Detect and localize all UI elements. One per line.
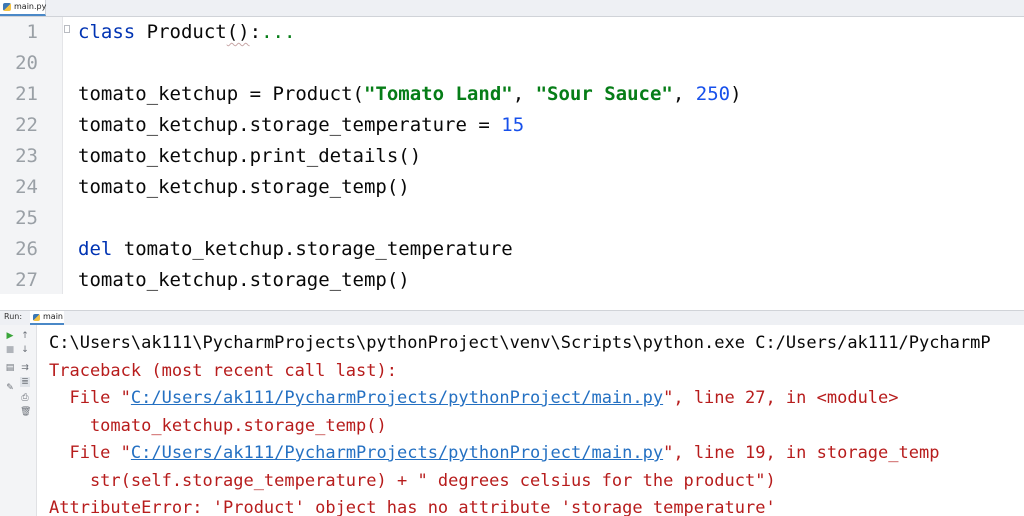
console-error-line: tomato_ketchup.storage_temp() (49, 412, 387, 440)
traceback-file-link[interactable]: C:/Users/ak111/PycharmProjects/pythonPro… (131, 388, 663, 408)
run-toolbar: ▶ ↑ ■ ↓ ▤ ⇉ ≣ ✎ ⎙ 🗑 (0, 325, 37, 516)
code-token: 250 (695, 83, 731, 105)
console-error-line: File "C:/Users/ak111/PycharmProjects/pyt… (49, 439, 939, 467)
code-text: tomato_ketchup.storage_temp() (78, 265, 410, 296)
code-token: tomato_ketchup.storage_temperature (112, 238, 513, 260)
code-text: tomato_ketchup.print_details() (78, 141, 421, 172)
console-text: str(self.storage_temperature) + " degree… (49, 470, 776, 491)
trash-icon[interactable]: 🗑 (20, 407, 31, 417)
console-command-line: C:\Users\ak111\PycharmProjects\pythonPro… (49, 329, 991, 357)
code-token: del (78, 238, 113, 260)
run-tab-label: main (43, 312, 63, 321)
rerun-icon[interactable]: ▶ (5, 331, 15, 341)
code-token: () (226, 21, 250, 43)
code-token: tomato_ketchup.print_details() (78, 145, 422, 167)
code-token: class (78, 21, 136, 43)
traceback-file-link[interactable]: C:/Users/ak111/PycharmProjects/pythonPro… (131, 443, 663, 463)
scroll-up-icon[interactable]: ↑ (20, 331, 30, 341)
console-error-line: File "C:/Users/ak111/PycharmProjects/pyt… (49, 384, 899, 412)
line-number: 26 (15, 238, 38, 260)
console-error-line: Traceback (most recent call last): (49, 357, 397, 385)
code-line[interactable]: 22 tomato_ketchup.storage_temperature = 1… (0, 110, 1024, 141)
line-number: 24 (15, 176, 38, 198)
stop-icon[interactable]: ■ (5, 345, 15, 355)
line-number: 20 (15, 52, 38, 74)
line-number: 1 (26, 21, 38, 43)
scroll-to-end-icon[interactable]: ≣ (20, 377, 30, 387)
python-run-icon (33, 314, 40, 321)
run-tab-main[interactable]: main (30, 311, 64, 325)
code-token: ... (261, 21, 296, 43)
run-panel-label: Run: (4, 312, 23, 321)
line-number: 27 (15, 269, 38, 291)
code-token: "Sour Sauce" (535, 83, 673, 105)
code-line[interactable]: 23 tomato_ketchup.print_details() (0, 141, 1024, 172)
code-token: , (512, 83, 536, 105)
code-text: del tomato_ketchup.storage_temperature (78, 234, 513, 265)
code-line[interactable]: 26 del tomato_ketchup.storage_temperature (0, 234, 1024, 265)
pin-icon[interactable]: ✎ (5, 383, 15, 393)
soft-wrap-icon[interactable]: ⇉ (20, 363, 30, 373)
console-text: ", line 27, in <module> (663, 388, 899, 408)
code-token: , (672, 83, 696, 105)
console-text: C:\Users\ak111\PycharmProjects\pythonPro… (49, 333, 991, 353)
editor-tab-bar: main.py (0, 0, 1024, 17)
line-number: 23 (15, 145, 38, 167)
print-icon[interactable]: ⎙ (20, 393, 30, 403)
console-text: AttributeError: 'Product' object has no … (49, 498, 776, 516)
code-token: tomato_ketchup.storage_temp() (78, 176, 410, 198)
console-text: tomato_ketchup.storage_temp() (49, 415, 387, 436)
code-token: tomato_ketchup.storage_temp() (78, 269, 410, 291)
scroll-down-icon[interactable]: ↓ (20, 345, 30, 355)
line-number: 21 (15, 83, 38, 105)
code-token: tomato_ketchup = Product( (78, 83, 364, 105)
code-editor[interactable]: 1 class Product():... 20 21 tomato_ketchup =… (0, 17, 1024, 294)
console-error-line: str(self.storage_temperature) + " degree… (49, 467, 776, 495)
code-text: tomato_ketchup.storage_temperature = 15 (78, 110, 524, 141)
console-text: ", line 19, in storage_temp (663, 443, 940, 463)
code-token: Product (135, 21, 227, 43)
code-token: ) (730, 83, 742, 105)
code-token: "Tomato Land" (363, 83, 513, 105)
console-text: File " (49, 388, 131, 408)
console-text: Traceback (most recent call last): (49, 360, 397, 381)
code-line[interactable]: 20 (0, 48, 1024, 79)
line-number: 22 (15, 114, 38, 136)
code-text: tomato_ketchup = Product("Tomato Land", … (78, 79, 742, 110)
code-text: tomato_ketchup.storage_temp() (78, 172, 410, 203)
code-line[interactable]: 21 tomato_ketchup = Product("Tomato Land"… (0, 79, 1024, 110)
code-token: : (249, 21, 262, 43)
code-line[interactable]: 25 (0, 203, 1024, 234)
code-text: class Product():... (78, 17, 295, 48)
python-file-icon (3, 3, 11, 11)
code-line[interactable]: 24 tomato_ketchup.storage_temp() (0, 172, 1024, 203)
ide-window: main.py 1 class Product():... 20 21 tomato_k… (0, 0, 1024, 516)
run-panel-header: Run: main (0, 310, 1024, 326)
console-error-line: AttributeError: 'Product' object has no … (49, 494, 776, 516)
editor-tab-label: main.py (14, 2, 47, 11)
line-number: 25 (15, 207, 38, 229)
code-token: tomato_ketchup.storage_temperature = (78, 114, 502, 136)
editor-tab-main-py[interactable]: main.py (0, 0, 46, 16)
code-line[interactable]: 1 class Product():... (0, 17, 1024, 48)
code-token: 15 (501, 114, 525, 136)
run-console-output[interactable]: C:\Users\ak111\PycharmProjects\pythonPro… (37, 325, 1024, 516)
console-text: File " (49, 443, 131, 463)
code-line[interactable]: 27 tomato_ketchup.storage_temp() (0, 265, 1024, 296)
layout-icon[interactable]: ▤ (5, 363, 15, 373)
